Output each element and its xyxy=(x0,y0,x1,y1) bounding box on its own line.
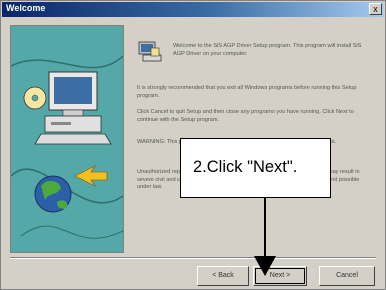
back-button[interactable]: < Back xyxy=(197,266,249,286)
wizard-artwork xyxy=(10,25,124,253)
cancel-button[interactable]: Cancel xyxy=(319,266,375,286)
intro-text: Welcome to the SiS AGP Driver Setup prog… xyxy=(173,43,362,57)
window-title: Welcome xyxy=(6,3,46,13)
title-bar: Welcome x xyxy=(2,2,384,17)
recommend-text: It is strongly recommended that you exit… xyxy=(137,85,357,99)
setup-program-icon xyxy=(138,41,162,62)
close-button[interactable]: x xyxy=(369,3,382,15)
instruction-callout: 2.Click "Next". xyxy=(180,138,331,198)
cancel-info-text: Click Cancel to quit Setup and then clos… xyxy=(137,109,354,123)
button-separator xyxy=(10,257,376,259)
computer-artwork xyxy=(11,55,123,239)
arrow-down-icon xyxy=(254,198,276,276)
